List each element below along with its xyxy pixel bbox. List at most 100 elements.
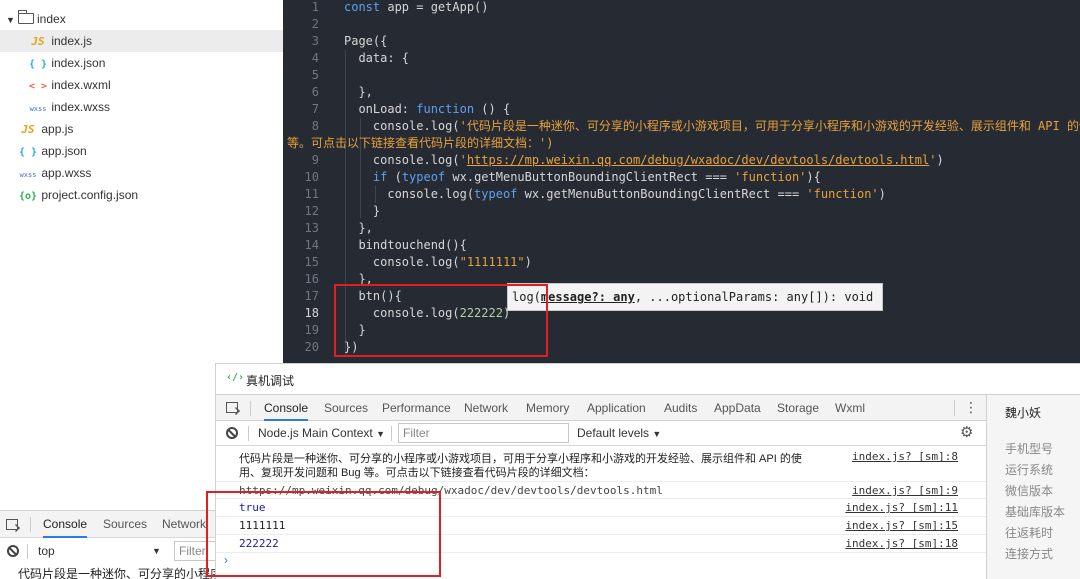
log-source-link[interactable]: index.js? [sm]:18 (845, 537, 958, 550)
code-icon: ‹/› (226, 372, 245, 383)
line-number: 11 (304, 187, 319, 201)
log-source-link[interactable]: index.js? [sm]:11 (845, 501, 958, 514)
file-label: app.wxss (41, 166, 92, 180)
line-number: 19 (304, 323, 319, 337)
device-info-panel: 魏小妖 手机型号 运行系统 微信版本 基础库版本 往返耗时 连接方式 (986, 395, 1080, 579)
tree-file-index-json[interactable]: { } index.json (28, 52, 105, 74)
devtools-tab-bar: Console Sources Performance Network Memo… (216, 395, 986, 421)
folder-open-icon (18, 10, 34, 24)
line-number: 3 (311, 34, 319, 48)
wxss-file-icon: wxss (29, 105, 47, 113)
tree-file-app-wxss[interactable]: wxss app.wxss (18, 162, 92, 184)
code-line: }, (344, 85, 373, 99)
file-label: app.js (41, 122, 74, 136)
code-line: console.log(typeof wx.getMenuButtonBound… (344, 187, 886, 201)
context-select[interactable]: top (38, 543, 55, 560)
tab-console[interactable]: Console (264, 395, 309, 421)
inspect-icon[interactable] (226, 402, 238, 413)
device-field: 连接方式 (1005, 547, 1054, 561)
tab-performance[interactable]: Performance (382, 395, 451, 421)
tab-sources[interactable]: Sources (324, 395, 368, 421)
parameter-hint-tooltip: log(message?: any, ...optionalParams: an… (507, 283, 883, 311)
line-number: 14 (304, 238, 319, 252)
file-label: index.wxss (51, 100, 111, 114)
tree-folder-index[interactable]: ▼ index (6, 8, 66, 30)
clear-console-icon[interactable] (7, 545, 19, 557)
log-source-link[interactable]: index.js? [sm]:9 (852, 484, 958, 497)
more-menu-icon[interactable]: ⋮ (964, 398, 978, 416)
tree-file-index-js[interactable]: JS index.js (0, 30, 283, 52)
line-number: 1 (311, 0, 319, 14)
code-line: console.log("1111111") (344, 255, 532, 269)
code-line: }, (344, 221, 373, 235)
code-line: console.log('https://mp.weixin.qq.com/de… (344, 153, 944, 167)
inspect-icon[interactable] (6, 519, 18, 530)
code-line: onLoad: function () { (344, 102, 511, 116)
chevron-down-icon: ▼ (652, 429, 662, 439)
tree-file-index-wxml[interactable]: < > index.wxml (28, 74, 111, 96)
file-label: index.wxml (51, 78, 111, 92)
json-file-icon: { } (18, 147, 38, 158)
tab-sources[interactable]: Sources (103, 511, 147, 538)
log-source-link[interactable]: index.js? [sm]:8 (852, 450, 958, 463)
line-number: 9 (311, 153, 319, 167)
tree-file-app-json[interactable]: { } app.json (18, 140, 87, 162)
line-number: 16 (304, 272, 319, 286)
tree-file-app-js[interactable]: JS app.js (18, 118, 73, 140)
line-number: 17 (304, 289, 319, 303)
device-user-name: 魏小妖 (1005, 406, 1042, 420)
simulator-devtools: Console Sources Network top ▼ Filter 代码片… (0, 510, 215, 579)
folder-label: index (37, 12, 66, 26)
log-source-link[interactable]: index.js? [sm]:15 (845, 519, 958, 532)
device-field: 微信版本 (1005, 484, 1054, 498)
code-line: if (typeof wx.getMenuButtonBoundingClien… (372, 170, 821, 184)
context-select[interactable]: Node.js Main Context ▼ (258, 425, 385, 442)
config-file-icon: {o} (18, 191, 38, 202)
code-line: console.log('代码片段是一种迷你、可分享的小程序或小游戏项目，可用于… (344, 119, 1080, 133)
tab-network[interactable]: Network (464, 395, 508, 421)
code-line: } (344, 204, 381, 218)
tree-file-index-wxss[interactable]: wxss index.wxss (28, 96, 110, 118)
remote-debug-titlebar: ‹/› 真机调试 (216, 364, 1080, 395)
console-filter-bar: Node.js Main Context ▼ Filter Default le… (216, 421, 986, 446)
line-number: 7 (311, 102, 319, 116)
device-field: 手机型号 (1005, 442, 1054, 456)
json-file-icon: { } (28, 59, 48, 70)
line-number: 5 (311, 68, 319, 82)
tab-memory[interactable]: Memory (526, 395, 569, 421)
tab-appdata[interactable]: AppData (714, 395, 761, 421)
js-file-icon: JS (21, 123, 35, 136)
code-line: const app = getApp() (344, 0, 489, 14)
gear-icon[interactable]: ⚙ (960, 423, 973, 441)
highlight-box-code (334, 284, 548, 357)
log-message: 用、复现开发问题和 Bug 等。可点击以下链接查看代码片段的详细文档： (239, 467, 595, 479)
wxml-file-icon: < > (28, 81, 48, 92)
line-number: 13 (304, 221, 319, 235)
code-line: data: { (344, 51, 410, 65)
tab-storage[interactable]: Storage (777, 395, 819, 421)
line-number: 8 (311, 119, 319, 133)
devtools-tab-bar: Console Sources Network (0, 511, 215, 538)
tab-network[interactable]: Network (162, 511, 206, 538)
wxss-file-icon: wxss (19, 171, 37, 179)
code-line-wrap: 等。可点击以下链接查看代码片段的详细文档：') (287, 136, 554, 150)
tab-console[interactable]: Console (43, 511, 88, 538)
log-levels-select[interactable]: Default levels ▼ (577, 425, 661, 442)
line-number: 12 (304, 204, 319, 218)
file-label: index.json (51, 56, 106, 70)
filter-input[interactable]: Filter (398, 423, 569, 443)
line-number-active: 18 (304, 306, 319, 320)
device-field: 往返耗时 (1005, 526, 1054, 540)
window-title: 真机调试 (246, 374, 295, 388)
tree-file-project-config[interactable]: {o} project.config.json (18, 184, 138, 206)
chevron-down-icon: ▼ (6, 15, 15, 25)
line-number: 20 (304, 340, 319, 354)
file-label: project.config.json (41, 188, 139, 202)
line-number: 6 (311, 85, 319, 99)
tab-wxml[interactable]: Wxml (835, 395, 865, 421)
tab-application[interactable]: Application (587, 395, 646, 421)
clear-console-icon[interactable] (226, 427, 238, 439)
tab-audits[interactable]: Audits (664, 395, 697, 421)
js-file-icon: JS (31, 35, 45, 48)
chevron-down-icon: ▼ (152, 546, 161, 556)
